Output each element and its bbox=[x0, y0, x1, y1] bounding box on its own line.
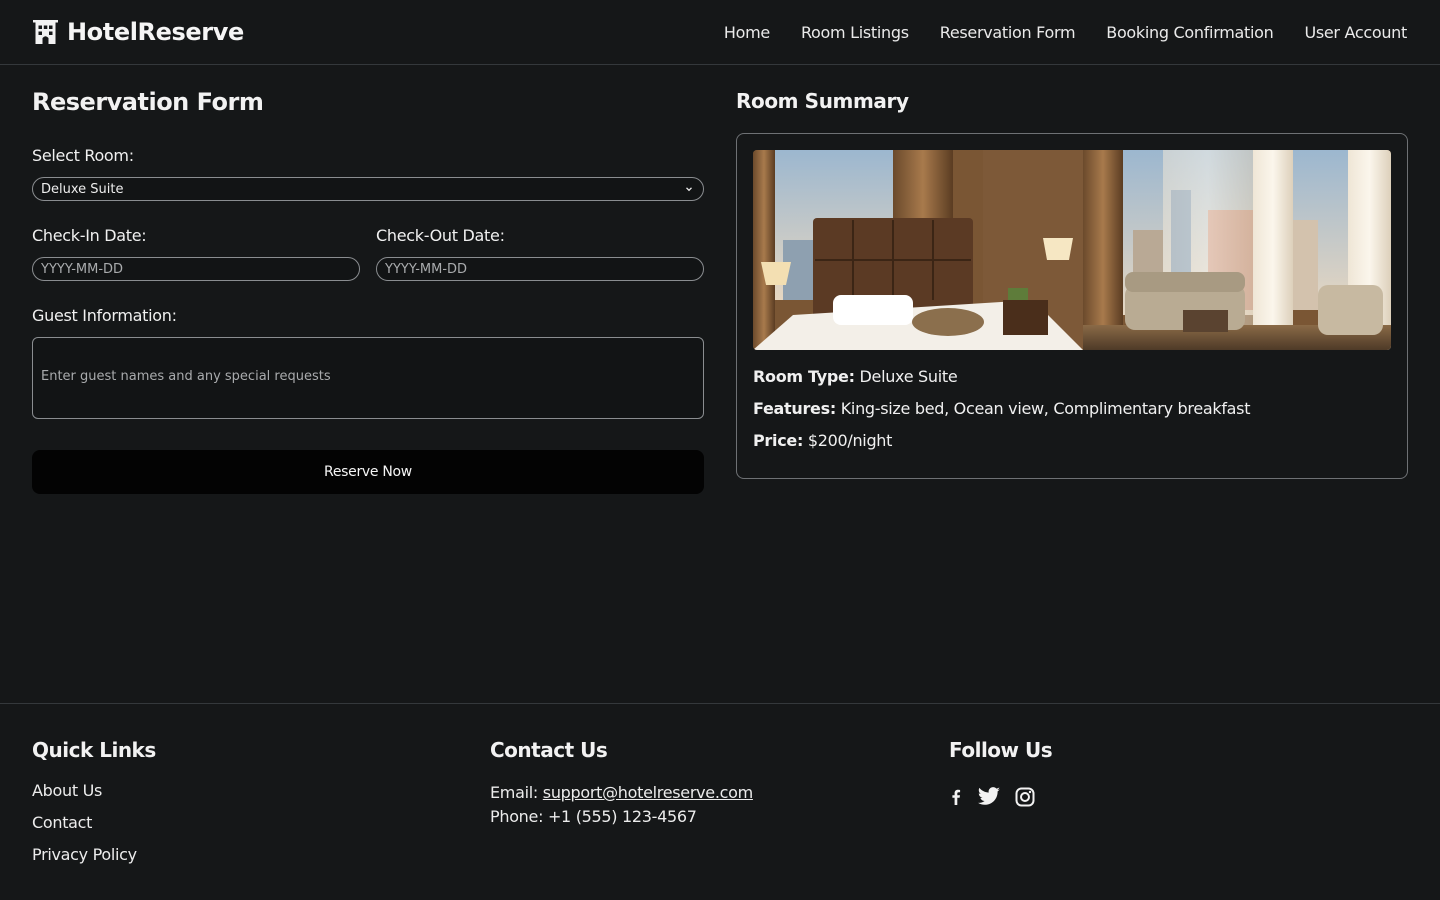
room-select[interactable]: Deluxe Suite bbox=[32, 177, 704, 201]
phone-label: Phone: bbox=[490, 807, 544, 826]
contact-us-title: Contact Us bbox=[490, 738, 608, 762]
top-header: HotelReserve Home Room Listings Reservat… bbox=[0, 0, 1440, 65]
nav-room-listings[interactable]: Room Listings bbox=[801, 23, 909, 42]
room-summary-title: Room Summary bbox=[736, 89, 909, 113]
check-in-label: Check-In Date: bbox=[32, 226, 147, 245]
contact-link[interactable]: Contact bbox=[32, 813, 92, 832]
reservation-form: Reservation Form Select Room: Deluxe Sui… bbox=[32, 88, 704, 494]
nav-booking-confirmation[interactable]: Booking Confirmation bbox=[1106, 23, 1273, 42]
contact-section: Contact Us Email: support@hotelreserve.c… bbox=[490, 738, 753, 829]
quick-link-item: Contact bbox=[32, 813, 156, 845]
nav-user-account[interactable]: User Account bbox=[1304, 23, 1407, 42]
room-select-value: Deluxe Suite bbox=[41, 181, 124, 197]
room-summary-card: Room Type: Deluxe Suite Features: King-s… bbox=[736, 133, 1408, 479]
follow-us-title: Follow Us bbox=[949, 738, 1053, 762]
brand-name: HotelReserve bbox=[67, 18, 244, 46]
guest-info-textarea[interactable] bbox=[32, 337, 704, 419]
footer: Quick Links About Us Contact Privacy Pol… bbox=[0, 703, 1440, 900]
quick-link-item: About Us bbox=[32, 781, 156, 813]
guest-info-label: Guest Information: bbox=[32, 306, 177, 325]
hotel-building-icon bbox=[33, 20, 58, 44]
facebook-icon bbox=[952, 789, 961, 805]
room-price-label: Price: bbox=[753, 431, 804, 450]
reserve-now-button[interactable]: Reserve Now bbox=[32, 450, 704, 494]
contact-details: Email: support@hotelreserve.com Phone: +… bbox=[490, 781, 753, 829]
facebook-link[interactable] bbox=[949, 788, 963, 806]
quick-links-title: Quick Links bbox=[32, 738, 156, 762]
email-label: Email: bbox=[490, 783, 538, 802]
room-photo bbox=[753, 150, 1391, 350]
main-nav: Home Room Listings Reservation Form Book… bbox=[724, 23, 1407, 42]
room-type-value: Deluxe Suite bbox=[859, 367, 958, 386]
instagram-icon bbox=[1015, 787, 1035, 807]
room-features-info: Features: King-size bed, Ocean view, Com… bbox=[753, 399, 1250, 418]
follow-us-section: Follow Us bbox=[949, 738, 1053, 807]
phone-value: +1 (555) 123-4567 bbox=[547, 807, 697, 826]
room-features-value: King-size bed, Ocean view, Complimentary… bbox=[840, 399, 1251, 418]
brand[interactable]: HotelReserve bbox=[32, 18, 244, 46]
room-features-label: Features: bbox=[753, 399, 836, 418]
chevron-down-icon bbox=[686, 187, 692, 192]
twitter-link[interactable] bbox=[977, 787, 1001, 807]
room-price-info: Price: $200/night bbox=[753, 431, 892, 450]
check-in-input[interactable] bbox=[32, 257, 360, 281]
room-type-label: Room Type: bbox=[753, 367, 855, 386]
contact-phone-row: Phone: +1 (555) 123-4567 bbox=[490, 805, 753, 829]
contact-email-row: Email: support@hotelreserve.com bbox=[490, 781, 753, 805]
check-out-input[interactable] bbox=[376, 257, 704, 281]
room-type-info: Room Type: Deluxe Suite bbox=[753, 367, 958, 386]
quick-links-section: Quick Links About Us Contact Privacy Pol… bbox=[32, 738, 156, 877]
twitter-icon bbox=[977, 787, 1000, 805]
quick-links-list: About Us Contact Privacy Policy bbox=[32, 781, 156, 877]
room-price-value: $200/night bbox=[807, 431, 893, 450]
social-links bbox=[949, 787, 1052, 807]
check-out-label: Check-Out Date: bbox=[376, 226, 505, 245]
instagram-link[interactable] bbox=[1015, 787, 1035, 807]
nav-home[interactable]: Home bbox=[724, 23, 770, 42]
quick-link-item: Privacy Policy bbox=[32, 845, 156, 877]
form-title: Reservation Form bbox=[32, 88, 264, 116]
select-room-label: Select Room: bbox=[32, 146, 134, 165]
nav-reservation-form[interactable]: Reservation Form bbox=[940, 23, 1076, 42]
privacy-policy-link[interactable]: Privacy Policy bbox=[32, 845, 137, 864]
email-link[interactable]: support@hotelreserve.com bbox=[543, 783, 753, 802]
about-us-link[interactable]: About Us bbox=[32, 781, 102, 800]
